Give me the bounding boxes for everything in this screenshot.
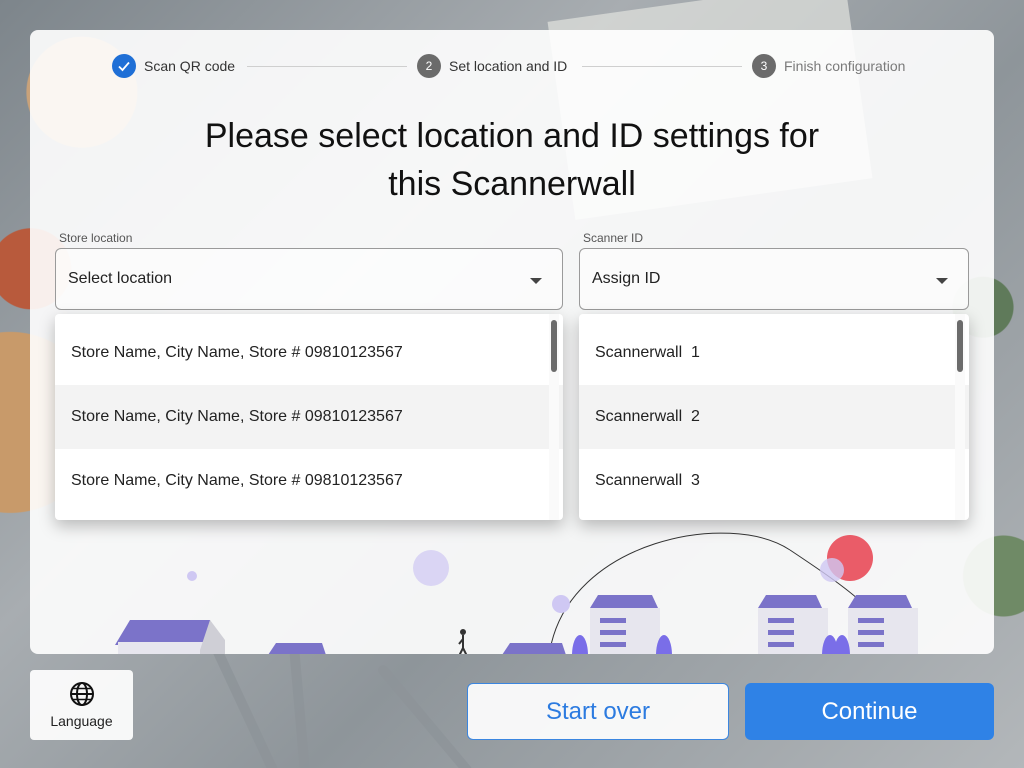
city-illustration <box>115 532 918 654</box>
step-connector <box>582 66 742 67</box>
globe-icon <box>69 682 94 706</box>
store-location-menu: Store Name, City Name, Store # 098101235… <box>55 314 563 520</box>
page-title: Please select location and ID settings f… <box>30 112 994 208</box>
chevron-down-icon <box>530 278 542 284</box>
progress-stepper: Scan QR code 2 Set location and ID 3 Fin… <box>112 54 912 80</box>
check-icon <box>112 54 136 78</box>
step-connector <box>247 66 407 67</box>
step-label: Scan QR code <box>144 58 236 74</box>
background-fork <box>376 663 474 768</box>
setup-card: Scan QR code 2 Set location and ID 3 Fin… <box>30 30 994 654</box>
store-location-label: Store location <box>59 231 133 245</box>
step-number: 3 <box>752 54 776 78</box>
store-location-select[interactable]: Select location <box>55 248 563 310</box>
step-number: 2 <box>417 54 441 78</box>
chevron-down-icon <box>936 278 948 284</box>
step-scan-qr: Scan QR code <box>112 54 235 78</box>
start-over-button[interactable]: Start over <box>467 683 729 740</box>
step-label: Set location and ID <box>449 58 568 74</box>
scanner-id-select[interactable]: Assign ID <box>579 248 969 310</box>
language-label: Language <box>50 713 113 729</box>
title-line: this Scannerwall <box>388 165 636 203</box>
background-fork <box>289 649 311 768</box>
store-option[interactable]: Store Name, City Name, Store # 098101235… <box>55 321 563 385</box>
scrollbar-thumb[interactable] <box>957 320 963 372</box>
store-option[interactable]: Store Name, City Name, Store # 098101235… <box>55 385 563 449</box>
scanner-id-menu: Scannerwall 1 Scannerwall 2 Scannerwall … <box>579 314 969 520</box>
step-set-location: 2 Set location and ID <box>417 54 567 78</box>
continue-button[interactable]: Continue <box>745 683 994 740</box>
step-label: Finish configuration <box>784 58 906 74</box>
scanner-option[interactable]: Scannerwall 1 <box>579 321 969 385</box>
scanner-option[interactable]: Scannerwall 2 <box>579 385 969 449</box>
store-location-value: Select location <box>68 270 173 287</box>
language-button[interactable]: Language <box>30 670 133 740</box>
scanner-id-label: Scanner ID <box>583 231 644 245</box>
scrollbar-thumb[interactable] <box>551 320 557 372</box>
step-finish-configuration: 3 Finish configuration <box>752 54 905 78</box>
title-line: Please select location and ID settings f… <box>204 117 820 155</box>
scanner-id-value: Assign ID <box>592 270 661 287</box>
background-fork <box>210 644 280 768</box>
